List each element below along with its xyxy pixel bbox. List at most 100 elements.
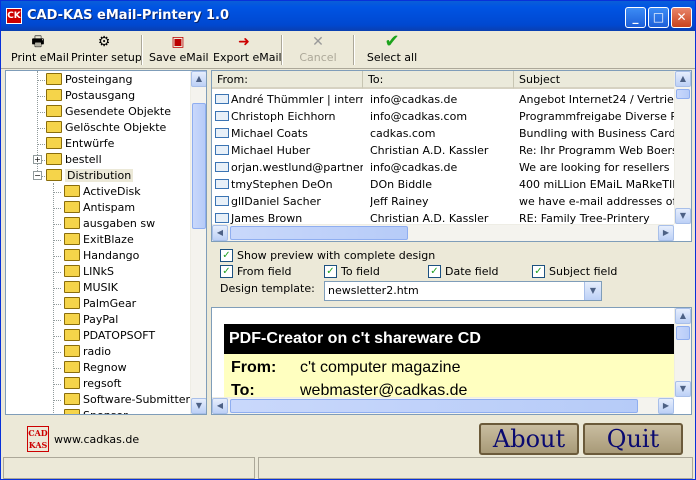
envelope-icon — [215, 128, 229, 138]
folder-item[interactable]: Sponsor — [64, 408, 128, 414]
scroll-up-icon[interactable]: ▲ — [191, 71, 206, 87]
scroll-right-icon[interactable]: ▶ — [658, 398, 674, 414]
folder-item[interactable]: regsoft — [64, 376, 121, 392]
folder-item[interactable]: ActiveDisk — [64, 184, 141, 200]
to-field-label: To field — [341, 265, 380, 278]
minimize-button[interactable]: _ — [625, 7, 646, 28]
title-bar[interactable]: CK CAD-KAS eMail-Printery 1.0 _ □ ✕ — [1, 1, 695, 31]
message-row[interactable]: Michael Coats cadkas.com Bundling with Bus… — [212, 125, 674, 142]
folder-icon — [46, 137, 62, 149]
scroll-thumb[interactable] — [230, 399, 638, 413]
save-email-button[interactable]: ▣ Save eMail — [149, 33, 209, 67]
folder-label: Software-Submitter — [83, 393, 191, 406]
scroll-thumb[interactable] — [676, 89, 690, 99]
folder-label: Entwürfe — [65, 137, 115, 150]
folder-item[interactable]: PayPal — [64, 312, 118, 328]
folder-icon — [64, 329, 80, 341]
scroll-right-icon[interactable]: ▶ — [658, 225, 674, 241]
folder-item[interactable]: PDATOPSOFT — [64, 328, 155, 344]
preview-from-value: c't computer magazine — [300, 359, 461, 376]
folder-icon — [46, 89, 62, 101]
maximize-button[interactable]: □ — [648, 7, 669, 28]
from-field-checkbox[interactable]: ✓ — [220, 265, 233, 278]
column-from[interactable]: From: — [212, 71, 363, 89]
folder-icon — [64, 361, 80, 373]
design-template-select[interactable]: newsletter2.htm ▼ — [324, 281, 602, 301]
scroll-thumb[interactable] — [230, 226, 408, 240]
folder-item[interactable]: Regnow — [64, 360, 127, 376]
folder-icon — [64, 249, 80, 261]
select-all-button[interactable]: ✔ Select all — [363, 33, 421, 67]
folder-label: Handango — [83, 249, 140, 262]
folder-item[interactable]: Antispam — [64, 200, 135, 216]
message-row[interactable]: André Thümmler | interne... info@cadkas.d… — [212, 91, 674, 108]
message-row[interactable]: orjan.westlund@partnere... info@cadkas.de… — [212, 159, 674, 176]
message-to: Christian A.D. Kassler — [370, 144, 489, 157]
scroll-up-icon[interactable]: ▲ — [675, 71, 691, 87]
to-field-checkbox[interactable]: ✓ — [324, 265, 337, 278]
print-email-button[interactable]: 🖶 Print eMail — [11, 33, 69, 67]
folder-item[interactable]: Software-Submitter — [64, 392, 190, 408]
folder-label: regsoft — [83, 377, 122, 390]
envelope-icon — [215, 111, 229, 121]
folder-label: Regnow — [83, 361, 127, 374]
folder-item[interactable]: Gelöschte Objekte — [46, 120, 166, 136]
folder-item[interactable]: ExitBlaze — [64, 232, 134, 248]
preview-vscroll[interactable]: ▲ ▼ — [674, 308, 691, 397]
design-template-value: newsletter2.htm — [328, 284, 419, 297]
website-link[interactable]: www.cadkas.de — [54, 433, 139, 446]
show-preview-checkbox[interactable]: ✓ — [220, 249, 233, 262]
folder-item[interactable]: Entwürfe — [46, 136, 114, 152]
folder-item[interactable]: Handango — [64, 248, 139, 264]
message-row[interactable]: glIDaniel Sacher Jeff Rainey we have e-mai… — [212, 193, 674, 210]
preview-hscroll[interactable]: ◀ ▶ — [212, 397, 674, 414]
folder-item[interactable]: Posteingang — [46, 72, 133, 88]
status-panel-right — [258, 457, 693, 479]
folder-item[interactable]: Gesendete Objekte — [46, 104, 171, 120]
printer-setup-button[interactable]: ⚙ Printer setup — [71, 33, 142, 67]
collapse-icon[interactable]: − — [33, 171, 42, 180]
folder-item[interactable]: Postausgang — [46, 88, 135, 104]
folder-item[interactable]: PalmGear — [64, 296, 136, 312]
envelope-icon — [215, 179, 229, 189]
scroll-up-icon[interactable]: ▲ — [675, 308, 691, 324]
export-icon: ➜ — [238, 34, 250, 50]
folder-icon — [64, 233, 80, 245]
scroll-down-icon[interactable]: ▼ — [675, 381, 691, 397]
preview-heading: PDF-Creator on c't shareware CD — [224, 324, 674, 354]
scroll-thumb[interactable] — [676, 326, 690, 340]
cancel-button[interactable]: ✕ Cancel — [295, 33, 341, 67]
folder-label: Gelöschte Objekte — [65, 121, 167, 134]
scroll-down-icon[interactable]: ▼ — [191, 398, 206, 414]
folder-label: PayPal — [83, 313, 119, 326]
message-row[interactable]: tmyStephen DeOn DOn Biddle 400 miLLion EMa… — [212, 176, 674, 193]
message-list: From: To: Subject André Thümmler | inter… — [211, 70, 692, 242]
quit-button[interactable]: Quit — [583, 423, 683, 455]
chevron-down-icon[interactable]: ▼ — [584, 282, 601, 300]
scroll-down-icon[interactable]: ▼ — [675, 208, 691, 224]
column-to[interactable]: To: — [363, 71, 514, 89]
expand-icon[interactable]: + — [33, 155, 42, 164]
message-row[interactable]: Michael Huber Christian A.D. Kassler Re: I… — [212, 142, 674, 159]
close-button[interactable]: ✕ — [671, 7, 692, 28]
envelope-icon — [215, 94, 229, 104]
scroll-left-icon[interactable]: ◀ — [212, 398, 228, 414]
message-list-vscroll[interactable]: ▲ ▼ — [674, 71, 691, 224]
folder-item[interactable]: Distribution — [46, 168, 134, 184]
about-button[interactable]: About — [479, 423, 579, 455]
message-row[interactable]: Christoph Eichhorn info@cadkas.com Program… — [212, 108, 674, 125]
subject-field-checkbox[interactable]: ✓ — [532, 265, 545, 278]
folder-item[interactable]: ausgaben sw — [64, 216, 155, 232]
folder-tree-scrollbar[interactable]: ▲ ▼ — [190, 71, 206, 414]
scroll-left-icon[interactable]: ◀ — [212, 225, 228, 241]
folder-item[interactable]: LINkS — [64, 264, 114, 280]
message-list-hscroll[interactable]: ◀ ▶ — [212, 224, 674, 241]
folder-item[interactable]: MUSIK — [64, 280, 118, 296]
export-email-button[interactable]: ➜ Export eMail — [213, 33, 282, 67]
folder-item[interactable]: bestell — [46, 152, 102, 168]
folder-item[interactable]: radio — [64, 344, 111, 360]
folder-icon — [64, 409, 80, 414]
column-subject[interactable]: Subject — [514, 71, 676, 89]
scroll-thumb[interactable] — [192, 103, 206, 229]
date-field-checkbox[interactable]: ✓ — [428, 265, 441, 278]
